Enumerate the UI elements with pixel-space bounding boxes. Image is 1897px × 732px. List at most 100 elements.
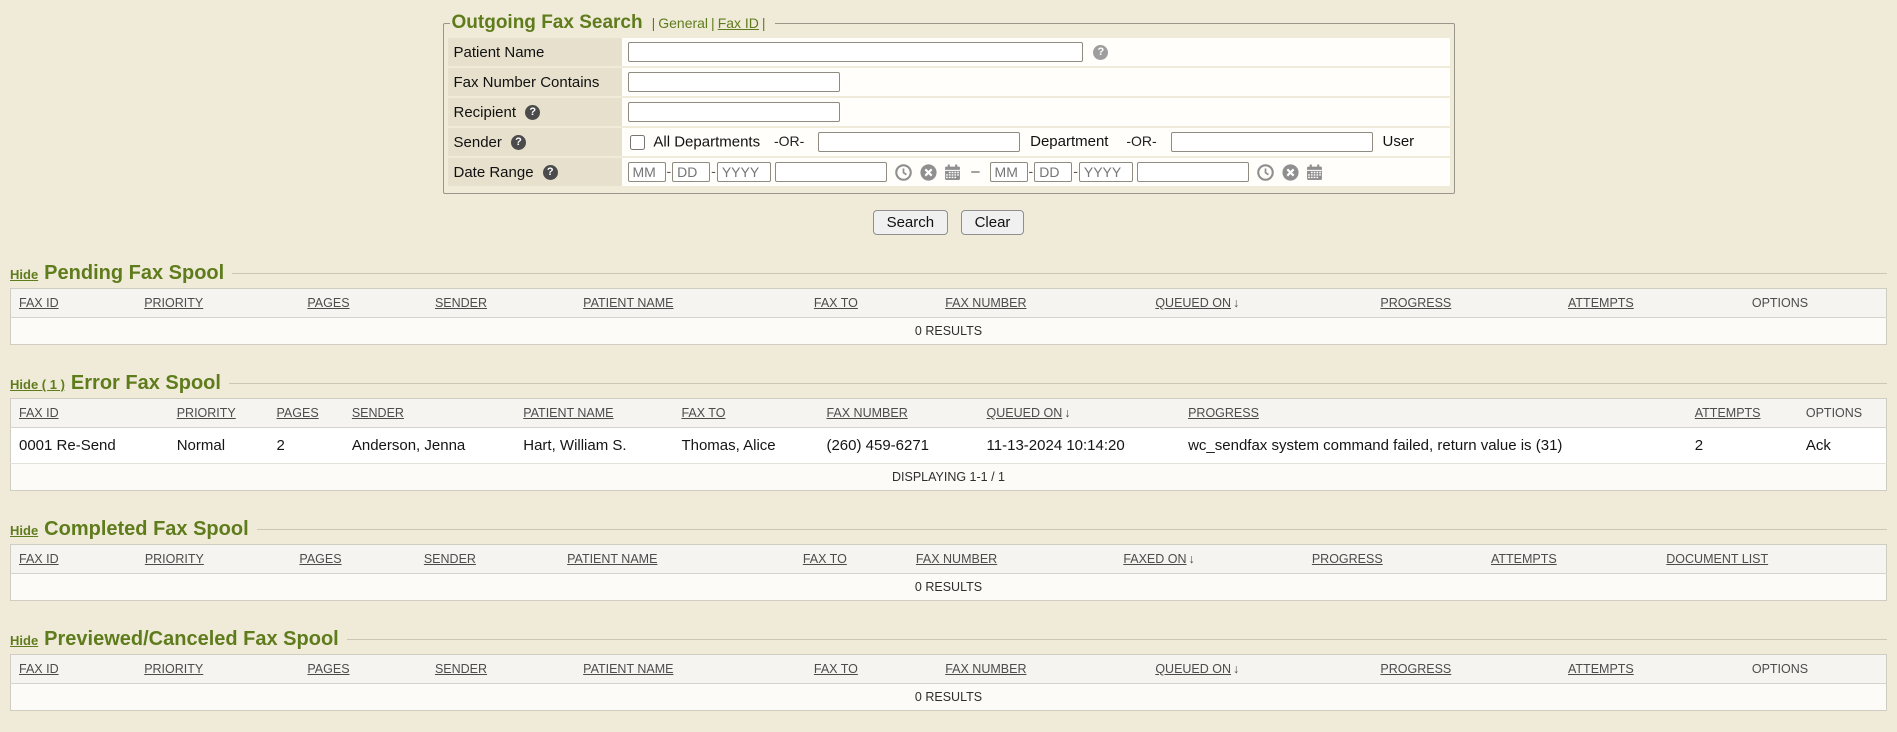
col-label-sender[interactable]: SENDER — [435, 296, 487, 310]
col-label-sender[interactable]: SENDER — [424, 552, 476, 566]
col-header-queued-on: QUEUED ON↓ — [1147, 655, 1372, 684]
col-label-faxed-on[interactable]: FAXED ON — [1123, 552, 1186, 566]
col-label-progress[interactable]: PROGRESS — [1312, 552, 1383, 566]
to-year-input[interactable] — [1079, 162, 1133, 182]
date-separator: - — [711, 163, 716, 179]
header-row: FAX ID PRIORITY PAGES SENDER PATIENT NAME FAX… — [11, 545, 1887, 574]
col-header-progress: PROGRESS — [1304, 545, 1483, 574]
col-label-fax-id[interactable]: FAX ID — [19, 296, 59, 310]
help-icon[interactable]: ? — [511, 135, 526, 150]
help-icon[interactable]: ? — [543, 165, 558, 180]
col-header-options: OPTIONS — [1798, 399, 1887, 428]
hide-link-previewed[interactable]: Hide — [10, 633, 38, 648]
date-separator: - — [1073, 163, 1078, 179]
cell-progress: wc_sendfax system command failed, return… — [1180, 428, 1687, 464]
header-row: FAX ID PRIORITY PAGES SENDER PATIENT NAME FAX… — [11, 655, 1887, 684]
col-label-attempts[interactable]: ATTEMPTS — [1568, 662, 1634, 676]
hide-link-error[interactable]: Hide ( 1 ) — [10, 377, 65, 392]
col-label-pages[interactable]: PAGES — [299, 552, 341, 566]
all-departments-checkbox[interactable] — [630, 135, 645, 150]
hide-link-completed[interactable]: Hide — [10, 523, 38, 538]
col-label-fax-id[interactable]: FAX ID — [19, 662, 59, 676]
patient-name-input[interactable] — [628, 42, 1083, 62]
search-button[interactable]: Search — [873, 210, 949, 235]
col-label-progress[interactable]: PROGRESS — [1380, 296, 1451, 310]
col-label-fax-to[interactable]: FAX TO — [814, 662, 858, 676]
col-label-progress[interactable]: PROGRESS — [1188, 406, 1259, 420]
to-day-input[interactable] — [1034, 162, 1072, 182]
clear-date-icon[interactable] — [1282, 164, 1299, 181]
from-month-input[interactable] — [628, 162, 666, 182]
col-label-attempts[interactable]: ATTEMPTS — [1568, 296, 1634, 310]
hide-link-pending[interactable]: Hide — [10, 267, 38, 282]
cell-fax-id[interactable]: 0001 Re-Send — [11, 428, 169, 464]
calendar-icon[interactable] — [944, 164, 961, 181]
error-section-legend: Hide ( 1 )Error Fax Spool — [10, 372, 229, 395]
col-label-priority[interactable]: PRIORITY — [177, 406, 236, 420]
col-label-sender[interactable]: SENDER — [352, 406, 404, 420]
col-label-fax-number[interactable]: FAX NUMBER — [916, 552, 997, 566]
previewed-spool-table: FAX ID PRIORITY PAGES SENDER PATIENT NAME FAX… — [10, 654, 1887, 711]
or-text: -OR- — [1126, 133, 1156, 149]
status-text: DISPLAYING 1-1 / 1 — [11, 464, 1887, 491]
calendar-icon[interactable] — [1306, 164, 1323, 181]
col-label-pages[interactable]: PAGES — [307, 296, 349, 310]
col-header-fax-id: FAX ID — [11, 545, 137, 574]
col-label-document-list[interactable]: DOCUMENT LIST — [1666, 552, 1768, 566]
col-label-fax-id[interactable]: FAX ID — [19, 406, 59, 420]
col-label-fax-to[interactable]: FAX TO — [803, 552, 847, 566]
clear-date-icon[interactable] — [920, 164, 937, 181]
col-label-patient-name[interactable]: PATIENT NAME — [583, 662, 673, 676]
col-label-priority[interactable]: PRIORITY — [145, 552, 204, 566]
col-header-sender: SENDER — [344, 399, 515, 428]
col-label-queued-on[interactable]: QUEUED ON — [1155, 296, 1231, 310]
col-header-priority: PRIORITY — [136, 289, 299, 318]
from-time-input[interactable] — [775, 162, 887, 182]
to-month-input[interactable] — [990, 162, 1028, 182]
general-mode-link[interactable]: General — [658, 15, 708, 31]
col-label-fax-id[interactable]: FAX ID — [19, 552, 59, 566]
cell-patient-name: Hart, William S. — [515, 428, 673, 464]
clock-icon[interactable] — [1257, 164, 1274, 181]
help-icon[interactable]: ? — [1093, 45, 1108, 60]
from-year-input[interactable] — [717, 162, 771, 182]
user-input[interactable] — [1171, 132, 1373, 152]
form-title: Outgoing Fax Search — [452, 12, 643, 33]
col-label-attempts[interactable]: ATTEMPTS — [1491, 552, 1557, 566]
col-label-pages[interactable]: PAGES — [307, 662, 349, 676]
col-label-progress[interactable]: PROGRESS — [1380, 662, 1451, 676]
recipient-label: Recipient — [454, 104, 517, 121]
col-label-fax-number[interactable]: FAX NUMBER — [945, 662, 1026, 676]
col-label-patient-name[interactable]: PATIENT NAME — [567, 552, 657, 566]
recipient-input[interactable] — [628, 102, 840, 122]
col-label-fax-number[interactable]: FAX NUMBER — [945, 296, 1026, 310]
col-label-queued-on[interactable]: QUEUED ON — [1155, 662, 1231, 676]
col-label-fax-to[interactable]: FAX TO — [681, 406, 725, 420]
col-label-priority[interactable]: PRIORITY — [144, 662, 203, 676]
col-label-fax-to[interactable]: FAX TO — [814, 296, 858, 310]
cell-options[interactable]: Ack — [1798, 428, 1887, 464]
col-label-pages[interactable]: PAGES — [277, 406, 319, 420]
department-input[interactable] — [818, 132, 1020, 152]
to-time-input[interactable] — [1137, 162, 1249, 182]
col-label-patient-name[interactable]: PATIENT NAME — [583, 296, 673, 310]
fax-number-contains-input[interactable] — [628, 72, 840, 92]
clock-icon[interactable] — [895, 164, 912, 181]
col-header-sender: SENDER — [427, 655, 575, 684]
col-label-priority[interactable]: PRIORITY — [144, 296, 203, 310]
header-row: FAX ID PRIORITY PAGES SENDER PATIENT NAME FAX… — [11, 289, 1887, 318]
col-label-sender[interactable]: SENDER — [435, 662, 487, 676]
sort-descending-icon: ↓ — [1189, 552, 1195, 566]
col-label-queued-on[interactable]: QUEUED ON — [987, 406, 1063, 420]
clear-button[interactable]: Clear — [961, 210, 1025, 235]
help-icon[interactable]: ? — [525, 105, 540, 120]
from-day-input[interactable] — [672, 162, 710, 182]
spool-sections: HidePending Fax SpoolFAX IDPRIORITYPAGES… — [0, 262, 1897, 711]
col-label-patient-name[interactable]: PATIENT NAME — [523, 406, 613, 420]
section-title-previewed: Previewed/Canceled Fax Spool — [44, 628, 339, 650]
pending-spool-table: FAX ID PRIORITY PAGES SENDER PATIENT NAME FAX… — [10, 288, 1887, 345]
col-label-fax-number[interactable]: FAX NUMBER — [826, 406, 907, 420]
user-label: User — [1382, 133, 1414, 150]
fax-id-mode-link[interactable]: Fax ID — [718, 15, 759, 31]
col-label-attempts[interactable]: ATTEMPTS — [1695, 406, 1761, 420]
